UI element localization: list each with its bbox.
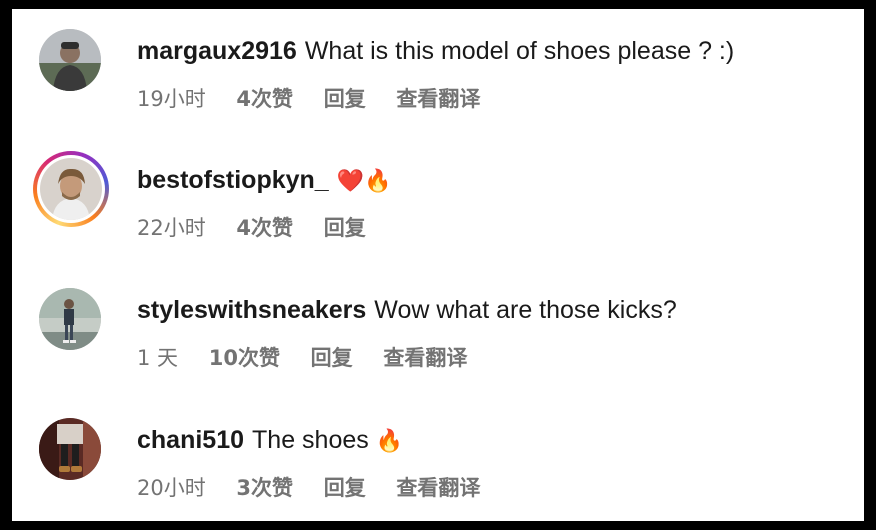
comment-line: margaux2916 What is this model of shoes p… <box>137 36 734 66</box>
comment-line: styleswithsneakers Wow what are those kic… <box>137 295 677 325</box>
comment-item: chani510 The shoes 🔥 20小时 3次赞 回复 查看翻译 <box>12 398 864 508</box>
timestamp: 20小时 <box>137 476 206 500</box>
username[interactable]: styleswithsneakers <box>137 296 366 324</box>
reply-button[interactable]: 回复 <box>324 87 366 111</box>
likes-count[interactable]: 10次赞 <box>209 346 280 370</box>
comment-meta: 20小时 3次赞 回复 查看翻译 <box>137 475 504 501</box>
comment-item: bestofstiopkyn_ ❤️🔥 22小时 4次赞 回复 <box>12 138 864 248</box>
avatar[interactable] <box>39 29 101 91</box>
likes-count[interactable]: 4次赞 <box>236 216 293 240</box>
username[interactable]: bestofstiopkyn_ <box>137 166 329 194</box>
avatar[interactable] <box>39 288 101 350</box>
comment-line: bestofstiopkyn_ ❤️🔥 <box>137 165 392 197</box>
avatar-photo <box>39 418 101 480</box>
avatar-photo <box>40 158 102 220</box>
likes-count[interactable]: 3次赞 <box>236 476 293 500</box>
translate-button[interactable]: 查看翻译 <box>396 476 480 500</box>
comment-meta: 22小时 4次赞 回复 <box>137 215 390 241</box>
avatar-ring-gap <box>37 155 105 223</box>
avatar <box>40 158 102 220</box>
comment-meta: 1 天 10次赞 回复 查看翻译 <box>137 345 491 371</box>
comment-text: Wow what are those kicks? <box>374 296 677 324</box>
comment-meta: 19小时 4次赞 回复 查看翻译 <box>137 86 504 112</box>
timestamp: 22小时 <box>137 216 206 240</box>
comment-item: styleswithsneakers Wow what are those kic… <box>12 268 864 378</box>
reply-button[interactable]: 回复 <box>324 216 366 240</box>
username[interactable]: chani510 <box>137 426 244 454</box>
reply-button[interactable]: 回复 <box>324 476 366 500</box>
timestamp: 19小时 <box>137 87 206 111</box>
username[interactable]: margaux2916 <box>137 37 297 65</box>
comment-line: chani510 The shoes 🔥 <box>137 425 403 457</box>
translate-button[interactable]: 查看翻译 <box>396 87 480 111</box>
likes-count[interactable]: 4次赞 <box>236 87 293 111</box>
avatar-photo <box>39 29 101 91</box>
fire-emoji: 🔥 <box>375 429 404 454</box>
reply-button[interactable]: 回复 <box>311 346 353 370</box>
avatar-photo <box>39 288 101 350</box>
story-ring-avatar[interactable] <box>33 151 109 227</box>
comment-text: What is this model of shoes please ? :) <box>304 37 735 65</box>
comment-emoji: ❤️🔥 <box>336 169 392 194</box>
comment-text: The shoes <box>252 426 369 454</box>
timestamp: 1 天 <box>137 346 179 370</box>
avatar[interactable] <box>39 418 101 480</box>
translate-button[interactable]: 查看翻译 <box>383 346 467 370</box>
comment-item: margaux2916 What is this model of shoes p… <box>12 9 864 119</box>
comments-panel: margaux2916 What is this model of shoes p… <box>12 9 864 521</box>
